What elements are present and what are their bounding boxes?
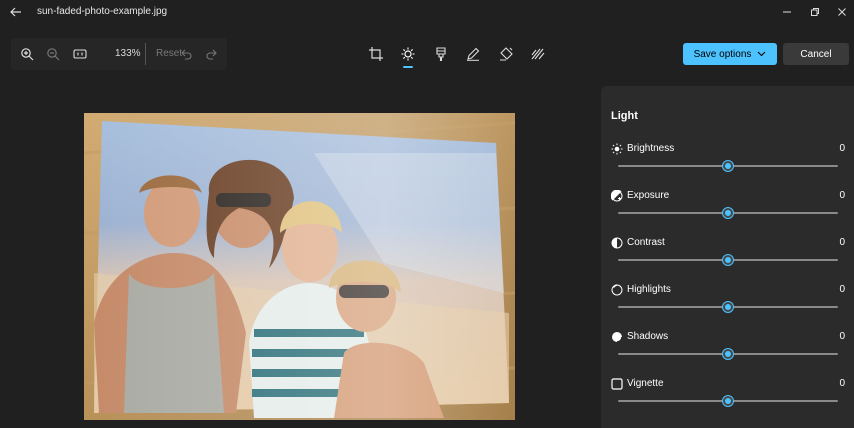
brightness-slider-thumb[interactable]: [723, 161, 733, 171]
zoom-out-icon: [47, 48, 60, 61]
vignette-slider[interactable]: [618, 396, 838, 406]
save-options-button[interactable]: Save options: [683, 43, 777, 65]
actual-size-button[interactable]: [72, 46, 88, 62]
vignette-label: Vignette: [627, 378, 664, 389]
background-tool-button[interactable]: [529, 45, 547, 63]
highlights-value: 0: [839, 284, 845, 295]
vignette-value: 0: [839, 378, 845, 389]
shadows-slider[interactable]: [618, 349, 838, 359]
photo-canvas[interactable]: [84, 113, 515, 420]
brightness-slider[interactable]: [618, 161, 838, 171]
zoom-level[interactable]: 133%: [115, 48, 141, 59]
zoom-toolbar: 133% Reset: [11, 38, 227, 70]
arrow-left-icon: [10, 7, 21, 17]
shadows-icon: [611, 331, 623, 343]
shadows-value: 0: [839, 331, 845, 342]
close-button[interactable]: [834, 4, 850, 20]
brightness-icon: [401, 47, 415, 61]
back-button[interactable]: [6, 3, 26, 21]
zoom-out-button[interactable]: [45, 46, 61, 62]
shadows-label: Shadows: [627, 331, 669, 342]
minimize-icon: [783, 11, 791, 13]
contrast-slider[interactable]: [618, 255, 838, 265]
highlights-slider-row: Highlights 0: [601, 284, 854, 331]
filter-icon: [436, 47, 446, 61]
title-bar: sun-faded-photo-example.jpg: [0, 0, 854, 26]
exposure-icon: [611, 190, 623, 202]
exposure-label: Exposure: [627, 190, 670, 201]
chevron-down-icon: [758, 51, 766, 57]
erase-tool-button[interactable]: [497, 45, 515, 63]
markup-icon: [467, 47, 480, 61]
crop-icon: [369, 47, 383, 61]
minimize-button[interactable]: [779, 4, 795, 20]
highlights-slider[interactable]: [618, 302, 838, 312]
shadows-slider-thumb[interactable]: [723, 349, 733, 359]
highlights-slider-thumb[interactable]: [723, 302, 733, 312]
adjustments-panel: Light Brightness 0 Exposure 0 Contrast 0: [601, 86, 854, 428]
exposure-slider-row: Exposure 0: [601, 190, 854, 237]
panel-title: Light: [611, 110, 638, 122]
redo-button[interactable]: [204, 46, 220, 62]
highlights-icon: [611, 284, 623, 296]
vignette-slider-thumb[interactable]: [723, 396, 733, 406]
sun-icon: [611, 143, 623, 155]
highlights-label: Highlights: [627, 284, 671, 295]
redo-icon: [206, 49, 217, 60]
undo-icon: [181, 49, 192, 60]
brightness-value: 0: [839, 143, 845, 154]
exposure-slider[interactable]: [618, 208, 838, 218]
zoom-in-icon: [21, 48, 34, 61]
vignette-slider-row: Vignette 0: [601, 378, 854, 425]
contrast-value: 0: [839, 237, 845, 248]
adjust-tool-button[interactable]: [399, 45, 417, 63]
toolbar-divider: [145, 43, 146, 65]
photo-image: [84, 113, 515, 420]
undo-button[interactable]: [178, 46, 194, 62]
window-title: sun-faded-photo-example.jpg: [37, 6, 168, 17]
exposure-slider-thumb[interactable]: [723, 208, 733, 218]
crop-tool-button[interactable]: [367, 45, 385, 63]
background-icon: [531, 48, 545, 60]
zoom-in-button[interactable]: [19, 46, 35, 62]
brightness-label: Brightness: [627, 143, 675, 154]
brightness-slider-row: Brightness 0: [601, 143, 854, 190]
restore-icon: [811, 8, 819, 16]
erase-icon: [500, 47, 513, 61]
contrast-icon: [611, 237, 623, 249]
actual-size-icon: [73, 49, 87, 59]
shadows-slider-row: Shadows 0: [601, 331, 854, 378]
close-icon: [838, 8, 846, 16]
save-options-label: Save options: [693, 48, 752, 60]
markup-tool-button[interactable]: [464, 45, 482, 63]
vignette-icon: [611, 378, 623, 390]
contrast-label: Contrast: [627, 237, 665, 248]
filter-tool-button[interactable]: [432, 45, 450, 63]
contrast-slider-thumb[interactable]: [723, 255, 733, 265]
active-tool-indicator: [403, 66, 413, 68]
exposure-value: 0: [839, 190, 845, 201]
contrast-slider-row: Contrast 0: [601, 237, 854, 284]
maximize-button[interactable]: [807, 4, 823, 20]
cancel-button[interactable]: Cancel: [783, 43, 849, 65]
